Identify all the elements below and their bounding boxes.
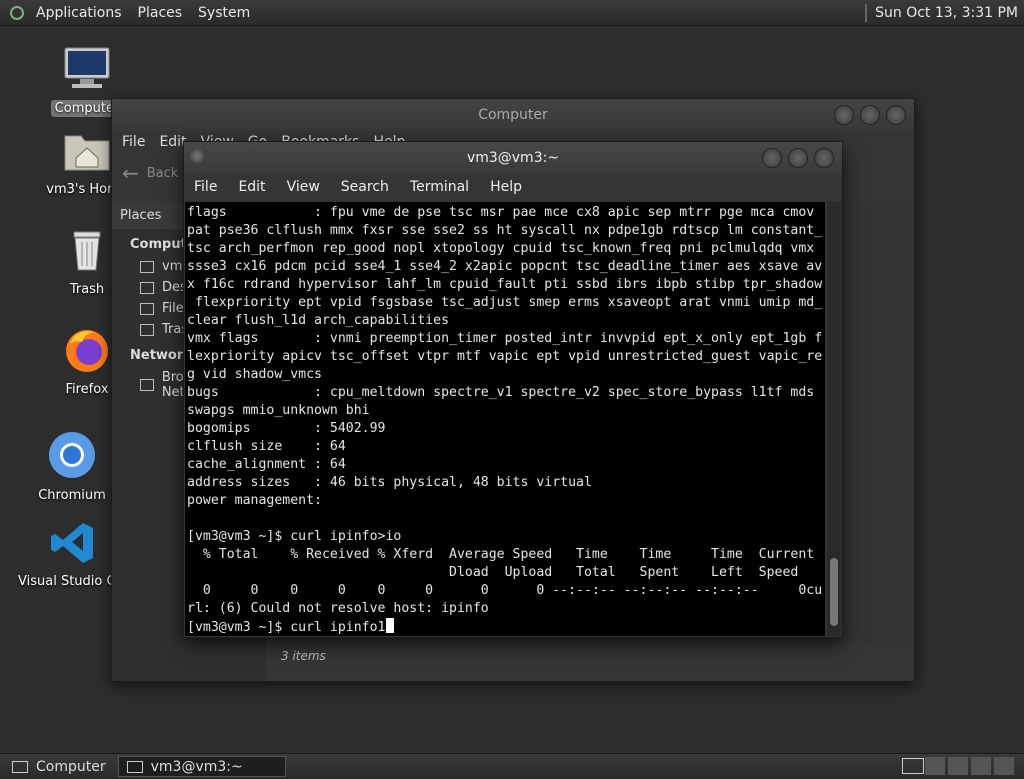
- close-button[interactable]: [814, 148, 834, 168]
- terminal-line: cache_alignment : 64: [187, 457, 346, 472]
- terminal-line: % Total % Received % Xferd Average Speed…: [187, 547, 815, 562]
- terminal-line: rl: (6) Could not resolve host: ipinfo: [187, 601, 489, 616]
- trash-icon: [140, 323, 154, 336]
- chromium-icon: [49, 432, 95, 478]
- firefox-icon: [66, 330, 108, 372]
- terminal-line: [vm3@vm3 ~]$ curl ipinfo>io: [187, 529, 402, 544]
- menu-search[interactable]: Search: [341, 179, 389, 195]
- terminal-line: power management:: [187, 493, 322, 508]
- terminal-line: bogomips : 5402.99: [187, 421, 386, 436]
- terminal-line: x f16c rdrand hypervisor lahf_lm cpuid_f…: [187, 277, 823, 292]
- taskbar-item-computer[interactable]: Computer: [4, 756, 114, 777]
- desktop-icon-chromium[interactable]: Chromium: [27, 430, 117, 503]
- terminal-window: vm3@vm3:~ File Edit View Search Terminal…: [183, 141, 843, 638]
- terminal-cursor: [385, 618, 394, 633]
- window-title: Computer: [478, 107, 548, 123]
- terminal-line: flags : fpu vme de pse tsc msr pae mce c…: [187, 205, 815, 220]
- menu-view[interactable]: View: [287, 179, 320, 195]
- terminal-line: g vid shadow_vmcs: [187, 367, 322, 382]
- desktop-icon-label: Chromium: [38, 488, 106, 503]
- terminal-line: bugs : cpu_meltdown spectre_v1 spectre_v…: [187, 385, 815, 400]
- show-desktop-icon[interactable]: [902, 758, 924, 774]
- back-arrow-icon[interactable]: ←: [122, 161, 139, 185]
- menu-help[interactable]: Help: [490, 179, 522, 195]
- terminal-line: [vm3@vm3 ~]$ curl ipinfo1: [187, 620, 386, 635]
- folder-icon: [140, 260, 154, 273]
- terminal-line: tsc arch_perfmon rep_good nopl xtopology…: [187, 241, 815, 256]
- taskbar-item-terminal[interactable]: vm3@vm3:~: [117, 756, 286, 777]
- menubar: File Edit View Search Terminal Help: [184, 174, 842, 200]
- terminal-line: swapgs mmio_unknown bhi: [187, 403, 370, 418]
- menu-file[interactable]: File: [194, 179, 217, 195]
- taskbar-item-label: vm3@vm3:~: [150, 758, 243, 775]
- terminal-line: pat pse36 clflush mmx fxsr sse sse2 ss h…: [187, 223, 823, 238]
- top-panel: Applications Places System Sun Oct 13, 3…: [0, 0, 1024, 26]
- terminal-screen[interactable]: flags : fpu vme de pse tsc msr pae mce c…: [185, 202, 825, 636]
- system-menu[interactable]: System: [190, 0, 258, 25]
- maximize-button[interactable]: [788, 148, 808, 168]
- minimize-button[interactable]: [834, 105, 854, 125]
- vscode-icon: [51, 523, 93, 563]
- trash-icon: [73, 231, 101, 271]
- terminal-line: clear flush_l1d arch_capabilities: [187, 313, 450, 328]
- terminal-line: Dload Upload Total Spent Left Speed: [187, 565, 799, 580]
- menu-file[interactable]: File: [122, 134, 145, 150]
- status-bar: 3 items: [281, 649, 326, 663]
- computer-icon: [64, 47, 110, 88]
- workspace-2[interactable]: [948, 757, 968, 775]
- scrollbar-thumb[interactable]: [830, 558, 838, 626]
- maximize-button[interactable]: [860, 105, 880, 125]
- scrollbar[interactable]: [827, 202, 841, 636]
- terminal-line: clflush size : 64: [187, 439, 346, 454]
- folder-icon: [140, 281, 154, 294]
- menu-terminal[interactable]: Terminal: [410, 179, 469, 195]
- terminal-line: address sizes : 46 bits physical, 48 bit…: [187, 475, 592, 490]
- terminal-line: flexpriority ept vpid fsgsbase tsc_adjus…: [187, 295, 823, 310]
- panel-separator: [865, 3, 868, 22]
- workspace-4[interactable]: [994, 757, 1014, 775]
- home-folder-icon: [64, 135, 110, 171]
- places-menu[interactable]: Places: [130, 0, 191, 25]
- terminal-line: vmx flags : vnmi preemption_timer posted…: [187, 331, 823, 346]
- window-title: vm3@vm3:~: [466, 150, 560, 166]
- clock[interactable]: Sun Oct 13, 3:31 PM: [875, 5, 1024, 21]
- close-button[interactable]: [886, 105, 906, 125]
- minimize-button[interactable]: [762, 148, 782, 168]
- bottom-panel: Computer vm3@vm3:~: [0, 753, 1024, 779]
- taskbar-item-label: Computer: [36, 758, 106, 775]
- terminal-line: 0 0 0 0 0 0 0 0 --:--:-- --:--:-- --:--:…: [187, 583, 823, 598]
- workspace-1[interactable]: [925, 757, 945, 775]
- window-titlebar[interactable]: Computer: [112, 99, 914, 131]
- computer-icon: [12, 760, 28, 773]
- terminal-line: ssse3 cx16 pdcm pcid sse4_1 sse4_2 x2api…: [187, 259, 823, 274]
- workspace-switcher[interactable]: [925, 757, 1014, 775]
- distro-logo-icon[interactable]: [10, 5, 24, 20]
- terminal-icon: [126, 760, 143, 773]
- drive-icon: [140, 302, 154, 315]
- applications-menu[interactable]: Applications: [28, 0, 130, 25]
- terminal-output: flags : fpu vme de pse tsc msr pae mce c…: [185, 202, 825, 636]
- workspace-3[interactable]: [971, 757, 991, 775]
- network-icon: [140, 379, 154, 391]
- window-menu-button[interactable]: [190, 149, 204, 163]
- back-button[interactable]: Back: [147, 166, 179, 181]
- terminal-line: lexpriority apicv tsc_offset vtpr mtf va…: [187, 349, 823, 364]
- window-titlebar[interactable]: vm3@vm3:~: [184, 142, 842, 174]
- menu-edit[interactable]: Edit: [238, 179, 265, 195]
